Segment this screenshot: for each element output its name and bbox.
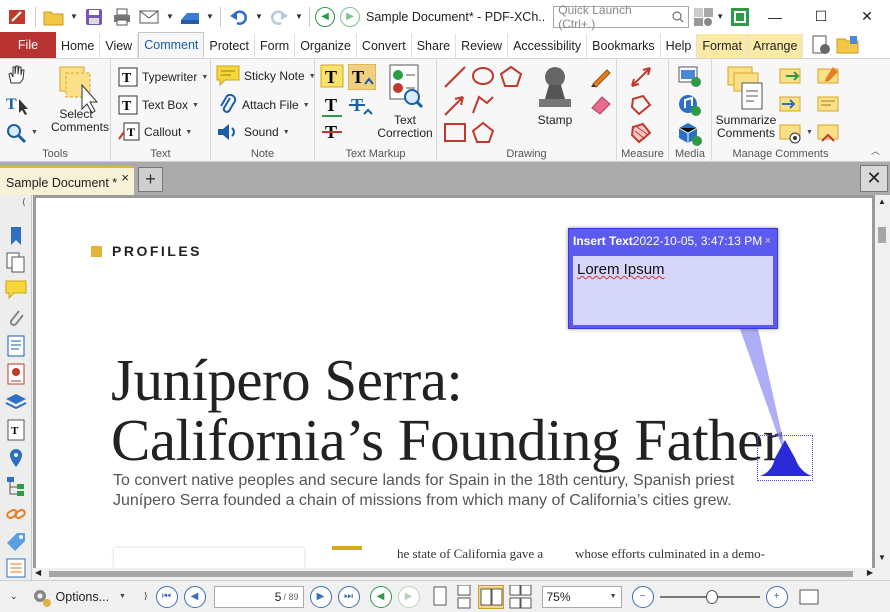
full-screen-icon[interactable] xyxy=(798,587,820,607)
vertical-scrollbar[interactable]: ▲ ▼ xyxy=(875,195,890,568)
gear-icon xyxy=(33,589,51,607)
single-page-icon[interactable] xyxy=(430,585,450,609)
status-bar: ⌄ Options... ▼ ⟩ ⏮ ◀ 5 / 89 ▶ ⏭ ◀ ▶ 75% … xyxy=(0,580,890,612)
facing-pages-icon[interactable] xyxy=(477,584,504,609)
continuous-facing-icon[interactable] xyxy=(508,584,534,609)
scroll-down-icon[interactable]: ▼ xyxy=(878,553,886,562)
first-page-button[interactable]: ⏮ xyxy=(155,585,178,608)
continuous-page-icon[interactable] xyxy=(454,584,474,609)
chevron-down-icon: ▼ xyxy=(119,593,126,600)
horizontal-scrollbar[interactable]: ◀ ▶ xyxy=(33,568,875,580)
next-view-button[interactable]: ▶ xyxy=(397,585,420,608)
zoom-select[interactable]: 75% ▼ xyxy=(541,585,622,608)
comment-popup[interactable]: Insert Text 2022-10-05, 3:47:13 PM × Lor… xyxy=(568,228,778,329)
zoom-in-button[interactable]: + xyxy=(765,585,788,608)
vertical-scroll-thumb[interactable] xyxy=(878,227,886,243)
scroll-up-icon[interactable]: ▲ xyxy=(878,197,886,206)
zoom-slider[interactable] xyxy=(659,587,760,607)
horizontal-scroll-thumb[interactable] xyxy=(49,571,853,577)
zoom-out-button[interactable]: − xyxy=(631,585,654,608)
next-page-button[interactable]: ▶ xyxy=(309,585,332,608)
scroll-right-icon[interactable]: ▶ xyxy=(867,568,873,577)
previous-page-button[interactable]: ◀ xyxy=(183,585,206,608)
previous-view-button[interactable]: ◀ xyxy=(369,585,392,608)
zoom-value: 75% xyxy=(546,589,571,604)
insert-text-marker[interactable] xyxy=(757,435,813,481)
status-separator-icon: ⟩ xyxy=(143,591,148,601)
chevron-down-icon: ▼ xyxy=(609,593,617,600)
last-page-button[interactable]: ⏭ xyxy=(337,585,360,608)
page-number-input[interactable]: 5 / 89 xyxy=(213,585,304,608)
comment-author: Insert Text xyxy=(573,234,633,248)
status-collapse-icon[interactable]: ⌄ xyxy=(10,591,18,602)
scroll-left-icon[interactable]: ◀ xyxy=(35,568,41,577)
options-button[interactable]: Options... ▼ xyxy=(30,586,126,608)
close-popup-button[interactable]: × xyxy=(765,235,771,247)
options-label: Options... xyxy=(55,589,110,604)
comment-content: Lorem Ipsum xyxy=(577,261,665,278)
zoom-slider-thumb[interactable] xyxy=(705,589,718,604)
comment-popup-header: Insert Text 2022-10-05, 3:47:13 PM × xyxy=(569,229,777,253)
current-page: 5 xyxy=(274,589,282,604)
comment-text-area[interactable]: Lorem Ipsum xyxy=(573,256,773,325)
comment-timestamp: 2022-10-05, 3:47:13 PM xyxy=(632,234,763,248)
total-pages: / 89 xyxy=(283,591,299,602)
